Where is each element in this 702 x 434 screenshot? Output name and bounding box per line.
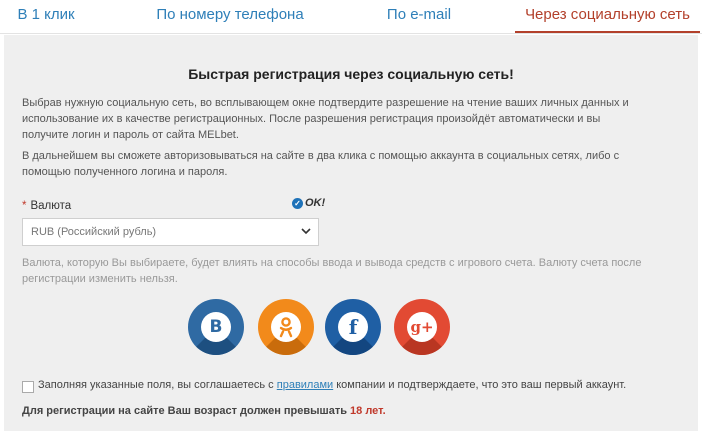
agree-text: Заполняя указанные поля, вы соглашаетесь… <box>38 379 626 391</box>
odnoklassniki-button[interactable] <box>258 299 314 355</box>
chevron-down-icon <box>301 228 311 235</box>
age-notice: Для регистрации на сайте Ваш возраст дол… <box>22 405 386 417</box>
tab-social[interactable]: Через социальную сеть <box>515 0 700 34</box>
currency-select[interactable]: RUB (Российский рубль) <box>22 218 319 246</box>
currency-note: Валюта, которую Вы выбираете, будет влия… <box>22 257 642 285</box>
agree-checkbox[interactable] <box>22 381 34 393</box>
age-value: 18 лет. <box>350 405 386 417</box>
facebook-button[interactable]: f <box>325 299 381 355</box>
vk-icon: B <box>201 312 231 342</box>
auth-info-text: В дальнейшем вы сможете авторизовываться… <box>22 150 620 178</box>
google-plus-button[interactable]: g+ <box>394 299 450 355</box>
facebook-icon: f <box>338 312 368 342</box>
tab-email[interactable]: По e-mail <box>360 0 478 32</box>
tab-divider <box>0 33 702 34</box>
rules-link[interactable]: правилами <box>277 379 333 391</box>
odnoklassniki-icon <box>271 312 301 342</box>
ok-indicator: ✓ OK! <box>292 197 325 209</box>
age-notice-text: Для регистрации на сайте Ваш возраст дол… <box>22 405 351 417</box>
panel-title: Быстрая регистрация через социальную сет… <box>188 66 514 82</box>
required-mark: * <box>22 200 27 212</box>
agree-text-pre: Заполняя указанные поля, вы соглашаетесь… <box>38 379 277 391</box>
intro-text: Выбрав нужную социальную сеть, во всплыв… <box>22 97 629 141</box>
checkmark-icon: ✓ <box>292 197 303 209</box>
currency-select-value: RUB (Российский рубль) <box>31 226 157 238</box>
ok-text: OK! <box>305 197 326 209</box>
currency-label: * Валюта <box>22 200 71 212</box>
agree-text-post: компании и подтверждаете, что это ваш пе… <box>333 379 627 391</box>
google-plus-icon: g+ <box>407 312 437 342</box>
currency-label-text: Валюта <box>30 200 72 212</box>
social-registration-panel: Быстрая регистрация через социальную сет… <box>4 35 698 431</box>
tab-one-click[interactable]: В 1 клик <box>0 0 92 32</box>
registration-tabs: В 1 клик По номеру телефона По e-mail Че… <box>0 0 702 34</box>
vk-button[interactable]: B <box>188 299 244 355</box>
tab-phone[interactable]: По номеру телефона <box>150 0 310 32</box>
